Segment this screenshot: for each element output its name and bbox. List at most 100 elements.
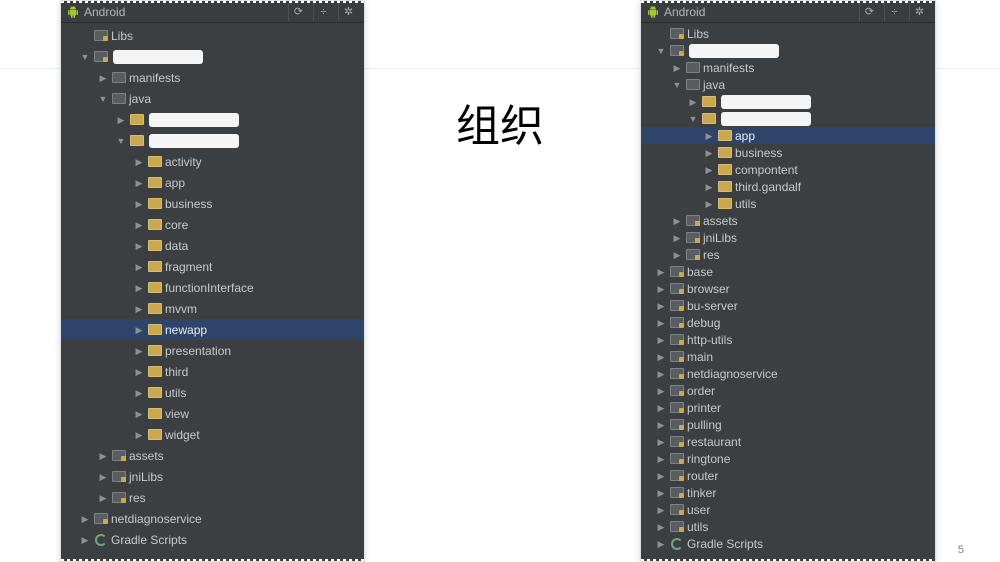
chevron-right-icon[interactable]: ▶ bbox=[655, 484, 667, 502]
sync-icon[interactable]: ⟳ bbox=[859, 3, 879, 21]
tree-row-utils[interactable]: ▶utils bbox=[61, 382, 364, 403]
chevron-right-icon[interactable]: ▶ bbox=[655, 450, 667, 468]
tree-row-data[interactable]: ▶data bbox=[61, 235, 364, 256]
tree-row-java[interactable]: ▼java bbox=[641, 76, 935, 93]
chevron-right-icon[interactable]: ▶ bbox=[671, 246, 683, 264]
chevron-right-icon[interactable]: ▶ bbox=[655, 263, 667, 281]
chevron-right-icon[interactable]: ▶ bbox=[703, 127, 715, 145]
gear-icon[interactable]: ✲ bbox=[338, 3, 358, 21]
tree-row-order[interactable]: ▶order bbox=[641, 382, 935, 399]
chevron-right-icon[interactable]: ▶ bbox=[703, 161, 715, 179]
tree-row-Libs[interactable]: Libs bbox=[641, 25, 935, 42]
tree-row-app[interactable]: ▶app bbox=[641, 127, 935, 144]
chevron-right-icon[interactable]: ▶ bbox=[133, 300, 145, 318]
chevron-right-icon[interactable]: ▶ bbox=[79, 531, 91, 549]
chevron-right-icon[interactable]: ▶ bbox=[671, 229, 683, 247]
chevron-right-icon[interactable]: ▶ bbox=[655, 416, 667, 434]
tree-row-mvvm[interactable]: ▶mvvm bbox=[61, 298, 364, 319]
chevron-right-icon[interactable]: ▶ bbox=[655, 348, 667, 366]
chevron-right-icon[interactable]: ▶ bbox=[655, 382, 667, 400]
chevron-right-icon[interactable]: ▶ bbox=[671, 212, 683, 230]
chevron-down-icon[interactable]: ▼ bbox=[115, 132, 127, 150]
chevron-right-icon[interactable]: ▶ bbox=[703, 195, 715, 213]
tree-row-newapp[interactable]: ▶newapp bbox=[61, 319, 364, 340]
chevron-down-icon[interactable]: ▼ bbox=[687, 110, 699, 128]
chevron-right-icon[interactable]: ▶ bbox=[133, 426, 145, 444]
panel-title[interactable]: Android bbox=[84, 5, 125, 19]
chevron-right-icon[interactable]: ▶ bbox=[687, 93, 699, 111]
chevron-right-icon[interactable]: ▶ bbox=[97, 447, 109, 465]
tree-row-redacted[interactable]: ▼ bbox=[641, 110, 935, 127]
project-tree[interactable]: Libs▼▶manifests▼java▶▼▶app▶business▶comp… bbox=[641, 23, 935, 558]
tree-row-res[interactable]: ▶res bbox=[61, 487, 364, 508]
chevron-right-icon[interactable]: ▶ bbox=[133, 258, 145, 276]
tree-row-redacted[interactable]: ▶ bbox=[61, 109, 364, 130]
chevron-right-icon[interactable]: ▶ bbox=[655, 297, 667, 315]
tree-row-business[interactable]: ▶business bbox=[641, 144, 935, 161]
chevron-right-icon[interactable]: ▶ bbox=[133, 216, 145, 234]
tree-row-jniLibs[interactable]: ▶jniLibs bbox=[641, 229, 935, 246]
tree-row-Gradle Scripts[interactable]: ▶Gradle Scripts bbox=[641, 535, 935, 552]
chevron-right-icon[interactable]: ▶ bbox=[703, 144, 715, 162]
chevron-right-icon[interactable]: ▶ bbox=[655, 467, 667, 485]
chevron-right-icon[interactable]: ▶ bbox=[655, 501, 667, 519]
tree-row-assets[interactable]: ▶assets bbox=[61, 445, 364, 466]
tree-row-presentation[interactable]: ▶presentation bbox=[61, 340, 364, 361]
chevron-right-icon[interactable]: ▶ bbox=[133, 384, 145, 402]
chevron-right-icon[interactable]: ▶ bbox=[97, 468, 109, 486]
chevron-right-icon[interactable]: ▶ bbox=[655, 314, 667, 332]
chevron-right-icon[interactable]: ▶ bbox=[115, 111, 127, 129]
sync-icon[interactable]: ⟳ bbox=[288, 3, 308, 21]
tree-row-fragment[interactable]: ▶fragment bbox=[61, 256, 364, 277]
chevron-right-icon[interactable]: ▶ bbox=[655, 399, 667, 417]
chevron-right-icon[interactable]: ▶ bbox=[97, 69, 109, 87]
tree-row-res[interactable]: ▶res bbox=[641, 246, 935, 263]
tree-row-core[interactable]: ▶core bbox=[61, 214, 364, 235]
chevron-right-icon[interactable]: ▶ bbox=[671, 59, 683, 77]
tree-row-java[interactable]: ▼java bbox=[61, 88, 364, 109]
chevron-down-icon[interactable]: ▼ bbox=[79, 48, 91, 66]
chevron-right-icon[interactable]: ▶ bbox=[655, 331, 667, 349]
tree-row-bu-server[interactable]: ▶bu-server bbox=[641, 297, 935, 314]
chevron-right-icon[interactable]: ▶ bbox=[133, 363, 145, 381]
chevron-right-icon[interactable]: ▶ bbox=[133, 405, 145, 423]
chevron-right-icon[interactable]: ▶ bbox=[133, 174, 145, 192]
tree-row-redacted[interactable]: ▼ bbox=[61, 130, 364, 151]
chevron-right-icon[interactable]: ▶ bbox=[655, 535, 667, 553]
chevron-right-icon[interactable]: ▶ bbox=[133, 195, 145, 213]
tree-row-manifests[interactable]: ▶manifests bbox=[61, 67, 364, 88]
chevron-right-icon[interactable]: ▶ bbox=[133, 237, 145, 255]
chevron-right-icon[interactable]: ▶ bbox=[79, 510, 91, 528]
tree-row-redacted[interactable]: ▶ bbox=[641, 93, 935, 110]
chevron-right-icon[interactable]: ▶ bbox=[133, 153, 145, 171]
tree-row-base[interactable]: ▶base bbox=[641, 263, 935, 280]
tree-row-third.gandalf[interactable]: ▶third.gandalf bbox=[641, 178, 935, 195]
collapse-icon[interactable]: ÷ bbox=[884, 3, 904, 21]
tree-row-manifests[interactable]: ▶manifests bbox=[641, 59, 935, 76]
tree-row-debug[interactable]: ▶debug bbox=[641, 314, 935, 331]
tree-row-compontent[interactable]: ▶compontent bbox=[641, 161, 935, 178]
chevron-right-icon[interactable]: ▶ bbox=[703, 178, 715, 196]
chevron-right-icon[interactable]: ▶ bbox=[655, 280, 667, 298]
tree-row-printer[interactable]: ▶printer bbox=[641, 399, 935, 416]
tree-row-Gradle Scripts[interactable]: ▶Gradle Scripts bbox=[61, 529, 364, 550]
collapse-icon[interactable]: ÷ bbox=[313, 3, 333, 21]
chevron-right-icon[interactable]: ▶ bbox=[133, 279, 145, 297]
tree-row-netdiagnoservice[interactable]: ▶netdiagnoservice bbox=[641, 365, 935, 382]
tree-row-redacted[interactable]: ▼ bbox=[641, 42, 935, 59]
chevron-right-icon[interactable]: ▶ bbox=[655, 433, 667, 451]
tree-row-utils[interactable]: ▶utils bbox=[641, 195, 935, 212]
tree-row-netdiagnoservice[interactable]: ▶netdiagnoservice bbox=[61, 508, 364, 529]
tree-row-utils[interactable]: ▶utils bbox=[641, 518, 935, 535]
tree-row-restaurant[interactable]: ▶restaurant bbox=[641, 433, 935, 450]
tree-row-main[interactable]: ▶main bbox=[641, 348, 935, 365]
tree-row-jniLibs[interactable]: ▶jniLibs bbox=[61, 466, 364, 487]
tree-row-app[interactable]: ▶app bbox=[61, 172, 364, 193]
chevron-right-icon[interactable]: ▶ bbox=[655, 518, 667, 536]
chevron-right-icon[interactable]: ▶ bbox=[133, 321, 145, 339]
tree-row-third[interactable]: ▶third bbox=[61, 361, 364, 382]
tree-row-router[interactable]: ▶router bbox=[641, 467, 935, 484]
tree-row-ringtone[interactable]: ▶ringtone bbox=[641, 450, 935, 467]
tree-row-browser[interactable]: ▶browser bbox=[641, 280, 935, 297]
tree-row-business[interactable]: ▶business bbox=[61, 193, 364, 214]
